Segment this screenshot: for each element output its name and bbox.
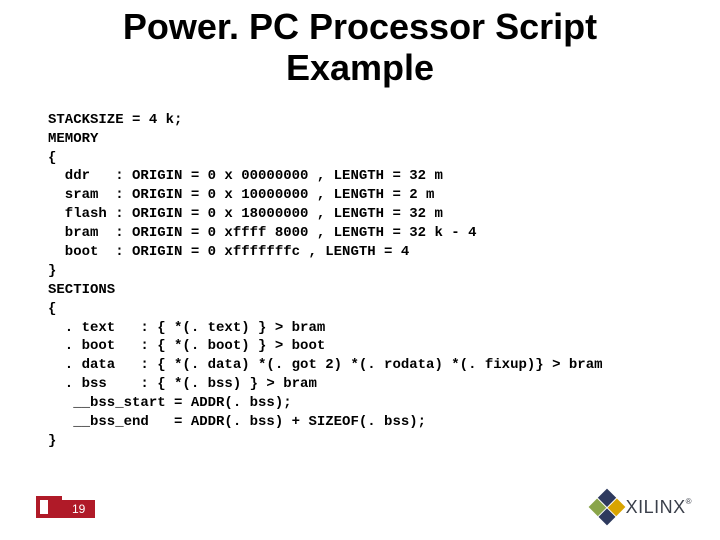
code-line: . text : { *(. text) } > bram xyxy=(48,320,325,336)
code-line: ddr : ORIGIN = 0 x 00000000 , LENGTH = 3… xyxy=(48,168,443,184)
code-line: { xyxy=(48,150,56,166)
title-line-1: Power. PC Processor Script xyxy=(123,6,597,47)
slide-title: Power. PC Processor Script Example xyxy=(0,6,720,89)
code-line: { xyxy=(48,301,56,317)
code-line: __bss_end = ADDR(. bss) + SIZEOF(. bss); xyxy=(48,414,426,430)
code-line: MEMORY xyxy=(48,131,98,147)
title-line-2: Example xyxy=(286,47,434,88)
page-number: 19 xyxy=(62,500,95,518)
code-line: } xyxy=(48,263,56,279)
footer-decoration-icon xyxy=(36,496,62,518)
code-line: . data : { *(. data) *(. got 2) *(. roda… xyxy=(48,357,603,373)
code-line: sram : ORIGIN = 0 x 10000000 , LENGTH = … xyxy=(48,187,434,203)
code-line: . boot : { *(. boot) } > boot xyxy=(48,338,325,354)
xilinx-x-icon xyxy=(588,489,625,526)
slide-footer: 19 XILINX® xyxy=(0,492,720,532)
logo-wordmark: XILINX xyxy=(626,497,686,517)
code-line: boot : ORIGIN = 0 xfffffffc , LENGTH = 4 xyxy=(48,244,409,260)
code-line: STACKSIZE = 4 k; xyxy=(48,112,182,128)
registered-mark: ® xyxy=(686,497,692,506)
code-line: . bss : { *(. bss) } > bram xyxy=(48,376,317,392)
xilinx-logo: XILINX® xyxy=(594,494,692,520)
code-line: } xyxy=(48,433,56,449)
code-block: STACKSIZE = 4 k; MEMORY { ddr : ORIGIN =… xyxy=(48,111,720,451)
logo-text: XILINX® xyxy=(626,497,692,518)
code-line: flash : ORIGIN = 0 x 18000000 , LENGTH =… xyxy=(48,206,443,222)
code-line: SECTIONS xyxy=(48,282,115,298)
code-line: __bss_start = ADDR(. bss); xyxy=(48,395,292,411)
code-line: bram : ORIGIN = 0 xffff 8000 , LENGTH = … xyxy=(48,225,476,241)
